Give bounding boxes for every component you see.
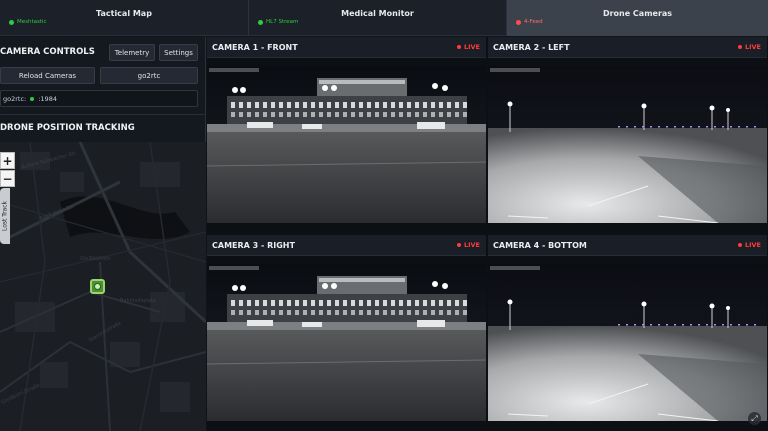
camera-title: CAMERA 4 - BOTTOM [493,241,587,250]
tab-status-text: HL7 Stream [266,19,299,25]
camera-header: CAMERA 4 - BOTTOM LIVE [488,235,767,256]
tab-title: Drone Cameras [602,9,673,18]
camera-title: CAMERA 3 - RIGHT [212,241,295,250]
status-value: :1984 [38,94,57,103]
tab-status-text: 4-Feed [524,19,543,25]
terminal-scene [207,66,486,223]
timestamp-overlay [490,266,540,270]
status-prefix: go2rtc: [3,94,27,103]
tab-status: 4-Feed [516,19,543,25]
status-dot-icon [516,19,521,25]
tab-status-text: Meshtastic [17,19,47,25]
camera-feed[interactable] [488,66,767,223]
lost-track-tab[interactable]: Lost Track [0,188,10,244]
reload-cameras-button[interactable]: Reload Cameras [0,67,95,84]
camera-feed[interactable] [207,66,486,223]
go2rtc-status-field: go2rtc: :1984 [0,90,198,107]
terminal-scene [207,264,486,421]
tab-medical-monitor[interactable]: Medical Monitor HL7 Stream [249,0,507,36]
live-label: LIVE [463,241,480,249]
tab-status: Meshtastic [9,19,47,25]
camera-controls-title: CAMERA CONTROLS [0,47,95,57]
drone-icon [94,283,101,290]
tab-title: Tactical Map [96,9,152,18]
tab-title: Medical Monitor [341,9,414,18]
camera-header: CAMERA 1 - FRONT LIVE [207,37,486,58]
camera-title: CAMERA 1 - FRONT [212,43,298,52]
camera-feed[interactable] [207,264,486,421]
status-dot-icon [258,19,263,25]
live-dot-icon [456,243,461,247]
status-dot-icon [9,19,14,25]
live-dot-icon [737,45,742,49]
live-badge: LIVE [737,43,761,51]
tracking-title: DRONE POSITION TRACKING [0,123,135,133]
live-label: LIVE [744,241,761,249]
live-dot-icon [737,243,742,247]
camera-grid: CAMERA 1 - FRONT LIVE CAMERA 2 - LEFT LI… [207,37,768,431]
camera-3-panel: CAMERA 3 - RIGHT LIVE [207,235,486,431]
settings-button[interactable]: Settings [159,44,198,61]
top-tab-bar: Tactical Map Meshtastic Medical Monitor … [0,0,768,36]
left-panel: CAMERA CONTROLS Telemetry Settings Reloa… [0,37,206,431]
camera-title: CAMERA 2 - LEFT [493,43,570,52]
camera-1-panel: CAMERA 1 - FRONT LIVE [207,37,486,233]
drone-position-marker[interactable] [90,279,105,294]
tab-drone-cameras[interactable]: Drone Cameras 4-Feed [507,0,768,36]
zoom-out-button[interactable]: − [0,170,15,187]
camera-header: CAMERA 3 - RIGHT LIVE [207,235,486,256]
divider [0,114,206,115]
live-badge: LIVE [456,241,480,249]
timestamp-overlay [490,68,540,72]
tab-tactical-map[interactable]: Tactical Map Meshtastic [0,0,249,36]
live-dot-icon [456,45,461,49]
timestamp-overlay [209,68,259,72]
camera-feed[interactable] [488,264,767,421]
map-street-label: Gleißbühlstr. [80,256,112,262]
expand-icon[interactable]: ⤢ [748,412,761,425]
map-street-label: Bahnhofsplatz [120,298,156,304]
live-label: LIVE [463,43,480,51]
go2rtc-button[interactable]: go2rtc [100,67,198,84]
apron-scene [488,66,767,223]
live-badge: LIVE [456,43,480,51]
camera-4-panel: CAMERA 4 - BOTTOM LIVE ⤢ [488,235,767,431]
live-label: LIVE [744,43,761,51]
timestamp-overlay [209,266,259,270]
camera-2-panel: CAMERA 2 - LEFT LIVE [488,37,767,233]
live-badge: LIVE [737,241,761,249]
zoom-in-button[interactable]: + [0,152,15,169]
status-dot-icon [30,96,35,101]
apron-scene [488,264,767,421]
tab-status: HL7 Stream [258,19,298,25]
camera-header: CAMERA 2 - LEFT LIVE [488,37,767,58]
telemetry-button[interactable]: Telemetry [109,44,155,61]
drone-map[interactable]: Äußere Sulzbacher Str. Adolf-Holst-Str. … [0,142,206,431]
